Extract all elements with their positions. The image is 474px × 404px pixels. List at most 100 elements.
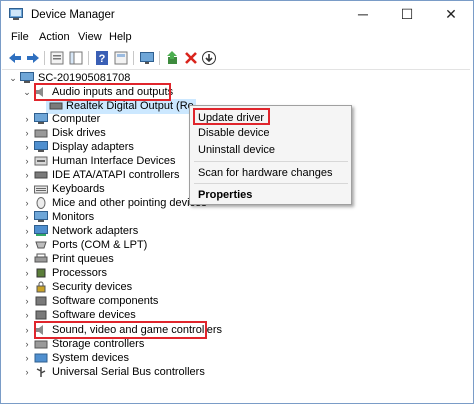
menu-file[interactable]: File <box>11 31 29 43</box>
network-adapter-icon <box>34 225 48 236</box>
show-hide-tree-icon[interactable] <box>68 50 84 66</box>
port-icon <box>35 241 47 249</box>
highlight-audio <box>34 83 171 101</box>
hid-icon <box>34 156 48 166</box>
menu-properties[interactable]: Properties <box>198 189 252 201</box>
category-label: Monitors <box>52 211 95 223</box>
system-device-icon <box>34 353 48 363</box>
expand-chevron-icon[interactable]: › <box>22 294 32 309</box>
forward-arrow-icon[interactable] <box>25 50 41 66</box>
tree-item-software-components[interactable]: › Software components <box>22 294 222 309</box>
tree-item-security[interactable]: › Security devices <box>22 280 222 295</box>
tree-item-ports[interactable]: › Ports (COM & LPT) <box>22 238 222 253</box>
expand-chevron-icon[interactable]: › <box>22 210 32 225</box>
expand-chevron-icon[interactable]: › <box>22 224 32 239</box>
device-manager-icon <box>9 8 23 20</box>
usb-icon <box>36 367 46 377</box>
category-label: Disk drives <box>52 127 106 139</box>
menu-separator <box>194 183 348 184</box>
software-device-icon <box>35 310 47 320</box>
category-label: Keyboards <box>52 183 105 195</box>
category-label: Mice and other pointing devices <box>52 197 207 209</box>
monitor-icon <box>34 211 48 222</box>
expand-chevron-icon[interactable]: › <box>22 323 32 338</box>
category-label: Human Interface Devices <box>52 155 176 167</box>
category-label: Universal Serial Bus controllers <box>52 366 205 378</box>
menu-help[interactable]: Help <box>109 31 132 43</box>
tree-item-usb[interactable]: › Universal Serial Bus controllers <box>22 365 242 380</box>
properties-icon[interactable] <box>49 50 65 66</box>
category-label: Security devices <box>52 281 133 293</box>
display-adapter-icon <box>34 141 48 152</box>
download-icon[interactable] <box>201 50 217 66</box>
tree-item-print-queues[interactable]: › Print queues <box>22 252 222 267</box>
category-label: Display adapters <box>52 141 134 153</box>
expand-chevron-icon[interactable]: › <box>22 196 32 211</box>
close-button[interactable]: ✕ <box>429 1 473 29</box>
menu-bar: File Action View Help <box>1 29 473 47</box>
expand-chevron-icon[interactable]: › <box>22 168 32 183</box>
tree-item-system[interactable]: › System devices <box>22 351 222 366</box>
tree-item-processors[interactable]: › Processors <box>22 266 222 281</box>
back-arrow-icon[interactable] <box>7 50 23 66</box>
printer-icon <box>34 253 48 263</box>
expand-chevron-icon[interactable]: › <box>22 365 32 380</box>
expand-chevron-icon[interactable]: › <box>22 351 32 366</box>
computer-icon <box>34 113 48 124</box>
menu-action[interactable]: Action <box>39 31 70 43</box>
storage-controller-icon <box>34 340 48 349</box>
audio-device-icon <box>49 102 63 110</box>
maximize-button[interactable]: ☐ <box>385 1 429 29</box>
menu-uninstall-device[interactable]: Uninstall device <box>198 144 275 156</box>
update-driver-icon[interactable] <box>165 50 181 66</box>
expand-chevron-icon[interactable]: › <box>22 140 32 155</box>
mouse-icon <box>36 197 46 209</box>
expand-chevron-icon[interactable]: › <box>22 252 32 267</box>
expand-chevron-icon[interactable]: › <box>22 112 32 127</box>
menu-view[interactable]: View <box>78 31 102 43</box>
toolbar: ? <box>1 47 473 69</box>
highlight-update-driver <box>193 108 270 125</box>
category-label: Ports (COM & LPT) <box>52 239 148 251</box>
expand-chevron-icon[interactable]: › <box>22 126 32 141</box>
expand-chevron-icon[interactable]: › <box>22 308 32 323</box>
category-label: System devices <box>52 352 130 364</box>
keyboard-icon <box>34 185 48 194</box>
collapse-chevron-icon[interactable]: ⌄ <box>22 85 32 100</box>
software-component-icon <box>35 296 47 306</box>
processor-icon <box>36 268 46 278</box>
device-manager-window: Device Manager ─ ☐ ✕ File Action View He… <box>0 0 474 404</box>
menu-scan-hardware[interactable]: Scan for hardware changes <box>198 167 333 179</box>
category-label: Software components <box>52 295 159 307</box>
monitor-icon[interactable] <box>139 50 155 66</box>
disk-drive-icon <box>34 129 48 138</box>
window-title: Device Manager <box>31 9 115 21</box>
uninstall-icon[interactable] <box>183 50 199 66</box>
title-bar: Device Manager ─ ☐ ✕ <box>1 1 473 29</box>
context-menu: Update driver Disable device Uninstall d… <box>189 105 352 205</box>
expand-chevron-icon[interactable]: › <box>22 280 32 295</box>
properties-sheet-icon[interactable] <box>113 50 129 66</box>
menu-disable-device[interactable]: Disable device <box>198 127 270 139</box>
tree-item-network[interactable]: › Network adapters <box>22 224 222 239</box>
security-device-icon <box>36 281 46 293</box>
category-label: Processors <box>52 267 108 279</box>
minimize-button[interactable]: ─ <box>341 1 385 29</box>
svg-text:?: ? <box>99 53 106 65</box>
category-label: IDE ATA/ATAPI controllers <box>52 169 180 181</box>
expand-chevron-icon[interactable]: › <box>22 238 32 253</box>
collapse-chevron-icon[interactable]: ⌄ <box>8 71 18 86</box>
tree-item-monitors[interactable]: › Monitors <box>22 210 222 225</box>
highlight-sound-video <box>34 321 207 339</box>
computer-icon <box>20 72 34 83</box>
expand-chevron-icon[interactable]: › <box>22 266 32 281</box>
expand-chevron-icon[interactable]: › <box>22 337 32 352</box>
category-label: Computer <box>52 113 101 125</box>
category-label: Network adapters <box>52 225 139 237</box>
expand-chevron-icon[interactable]: › <box>22 182 32 197</box>
ide-controller-icon <box>34 171 48 179</box>
category-label: Print queues <box>52 253 114 265</box>
tree-item-storage[interactable]: › Storage controllers <box>22 337 222 352</box>
help-icon[interactable]: ? <box>94 50 110 66</box>
expand-chevron-icon[interactable]: › <box>22 154 32 169</box>
